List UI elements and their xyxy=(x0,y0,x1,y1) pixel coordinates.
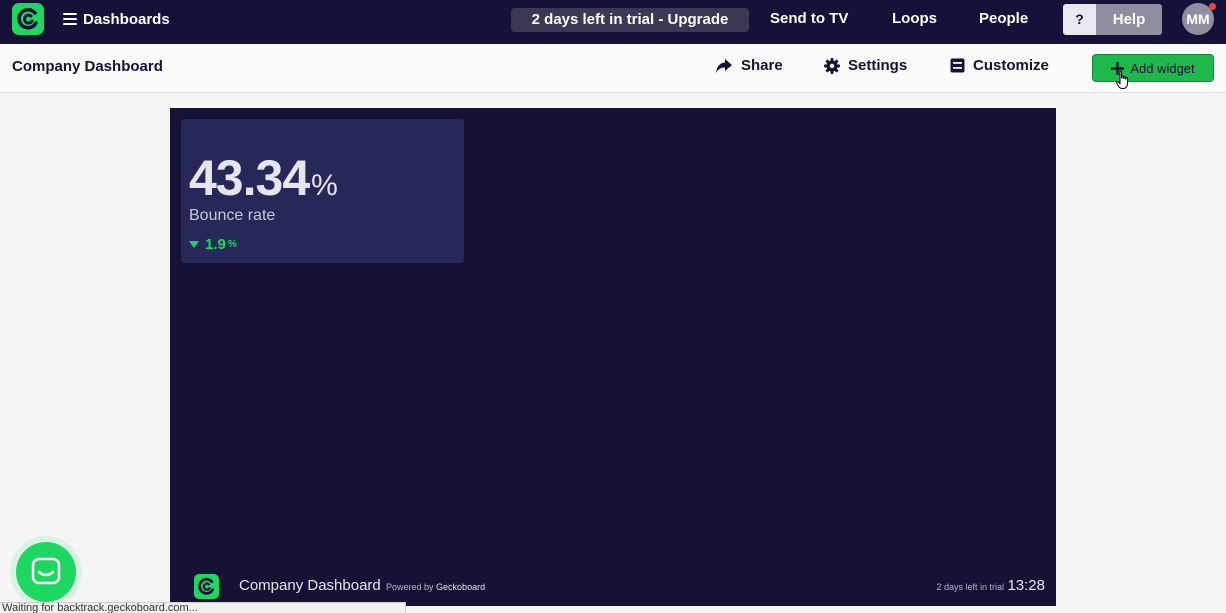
customize-sliders-icon xyxy=(950,58,965,73)
dashboard-canvas: 43.34% Bounce rate 1.9 % Company Dashboa… xyxy=(170,108,1056,606)
people-link[interactable]: People xyxy=(979,10,1028,27)
settings-button[interactable]: Settings xyxy=(824,57,907,74)
dashboards-menu-label: Dashboards xyxy=(83,10,170,28)
send-to-tv-link[interactable]: Send to TV xyxy=(770,10,848,27)
bounce-rate-widget[interactable]: 43.34% Bounce rate 1.9 % xyxy=(181,119,464,263)
top-navigation: Dashboards 2 days left in trial - Upgrad… xyxy=(0,0,1226,44)
hamburger-icon xyxy=(63,13,77,25)
footer-dashboard-title: Company Dashboard xyxy=(239,577,381,594)
metric-delta: 1.9 % xyxy=(189,236,237,253)
metric-number: 43.34 xyxy=(189,150,310,206)
gear-icon xyxy=(824,57,840,74)
down-triangle-icon xyxy=(189,241,199,248)
footer-trial-note: 2 days left in trial xyxy=(936,582,1004,592)
help-button[interactable]: ? Help xyxy=(1063,4,1162,35)
customize-label: Customize xyxy=(973,57,1049,74)
trial-upgrade-button[interactable]: 2 days left in trial - Upgrade xyxy=(511,8,749,32)
footer-clock: 13:28 xyxy=(1007,577,1045,594)
hand-pointer-cursor-icon xyxy=(1116,70,1129,89)
customize-button[interactable]: Customize xyxy=(950,57,1049,74)
delta-value: 1.9 xyxy=(205,236,226,253)
powered-brand: Geckoboard xyxy=(436,582,486,592)
metric-value: 43.34% xyxy=(189,149,338,207)
powered-by-text: Powered by Geckoboard xyxy=(386,582,485,592)
chat-bubble-icon xyxy=(31,557,61,585)
dashboards-menu-button[interactable]: Dashboards xyxy=(63,9,170,29)
geckoboard-logo-icon[interactable] xyxy=(12,3,44,35)
share-arrow-icon xyxy=(716,58,732,73)
metric-unit: % xyxy=(311,169,338,202)
share-button[interactable]: Share xyxy=(715,57,783,74)
dashboard-toolbar: Company Dashboard Share Settings Customi… xyxy=(0,44,1226,93)
loops-link[interactable]: Loops xyxy=(892,10,937,27)
metric-label: Bounce rate xyxy=(189,207,276,224)
add-widget-button[interactable]: Add widget xyxy=(1092,54,1214,82)
help-label: Help xyxy=(1096,4,1162,35)
share-label: Share xyxy=(741,57,783,74)
chat-launcher-button[interactable] xyxy=(16,542,76,602)
add-widget-label: Add widget xyxy=(1130,60,1195,76)
powered-prefix: Powered by xyxy=(386,582,434,592)
browser-status-bar: Waiting for backtrack.geckoboard.com... xyxy=(0,602,406,613)
page-title: Company Dashboard xyxy=(12,58,163,75)
question-mark-icon: ? xyxy=(1063,4,1096,35)
settings-label: Settings xyxy=(848,57,908,74)
delta-unit: % xyxy=(227,239,237,250)
footer-geckoboard-logo-icon xyxy=(194,574,219,599)
notification-dot-icon xyxy=(1209,3,1216,10)
